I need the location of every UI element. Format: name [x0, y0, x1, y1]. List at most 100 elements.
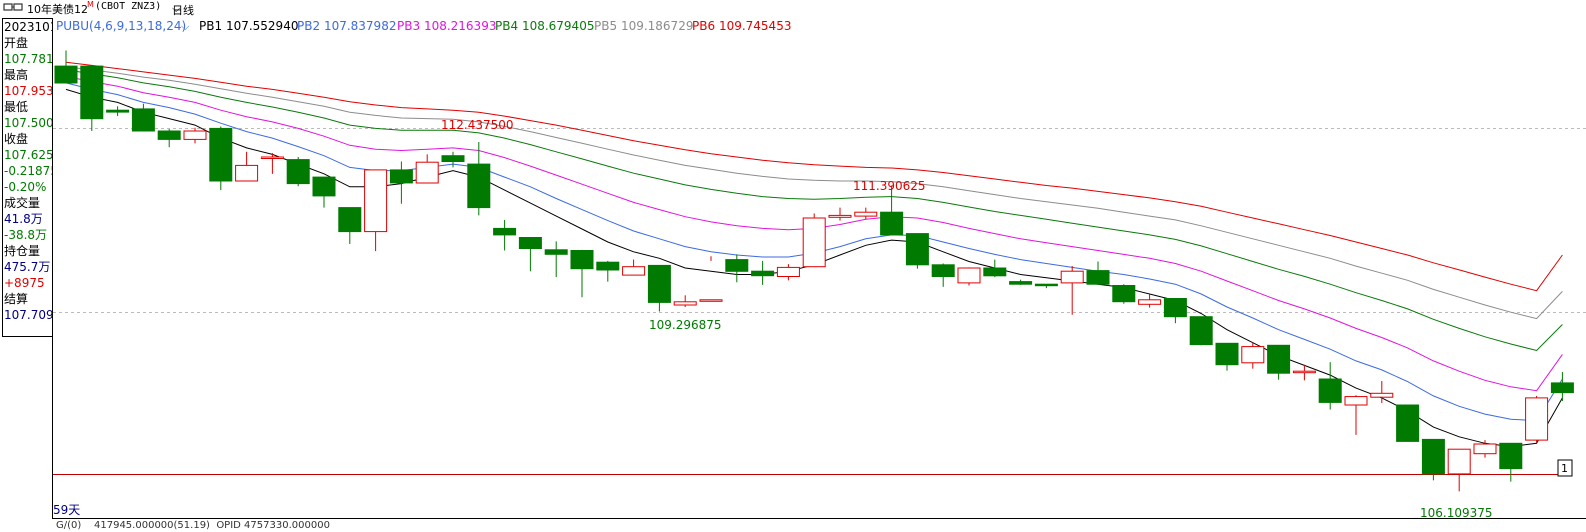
candle [1267, 344, 1291, 380]
candle [1163, 298, 1187, 324]
info-low-label: 最低 [4, 100, 29, 114]
candle-body [1499, 442, 1523, 470]
candle-body [183, 130, 207, 140]
candle [209, 126, 233, 191]
candle [1473, 440, 1497, 458]
candle [80, 65, 104, 131]
candle [957, 267, 981, 286]
candle [596, 260, 620, 282]
candle [1318, 362, 1342, 410]
candle [647, 264, 671, 312]
candle-body [905, 233, 929, 266]
candle-body [570, 250, 594, 270]
candle-body [467, 163, 491, 209]
info-high-label: 最高 [4, 68, 29, 82]
candle [157, 129, 181, 148]
candle [1370, 380, 1394, 404]
info-change-pct: -0.20% [4, 180, 47, 194]
candle-body [1421, 438, 1445, 475]
candle-body [235, 164, 259, 182]
candle [1060, 266, 1084, 315]
candle-body [518, 237, 542, 249]
info-oi-change: +8975 [4, 276, 45, 290]
series-line-pb5 [65, 66, 1563, 320]
candle [622, 259, 646, 276]
candle [544, 241, 568, 278]
candle-body [1163, 298, 1187, 318]
candle [1550, 371, 1574, 402]
candle-body [209, 127, 233, 182]
candle-body [1138, 299, 1162, 305]
candle [699, 256, 723, 302]
info-oi-label: 持仓量 [4, 244, 41, 258]
info-volume-label: 成交量 [4, 196, 41, 210]
candle-body [1550, 382, 1574, 394]
candle-body [1034, 283, 1058, 287]
candle [905, 233, 929, 269]
candle [1499, 442, 1523, 482]
info-change-value: -0.21875 [4, 164, 52, 178]
candle-body [157, 130, 181, 140]
indicator-dropdown-icon[interactable]: ⌵ [181, 20, 190, 33]
candle [751, 260, 775, 285]
candle [931, 263, 955, 287]
candle [286, 156, 310, 187]
quote-info-panel: 20231010 开盘 107.781 最高 107.953 最低 107.50… [2, 18, 53, 337]
info-settle-value: 107.709 [4, 308, 52, 322]
candle [854, 207, 878, 220]
info-low-value: 107.500 [4, 116, 52, 130]
candle [493, 219, 517, 251]
candle [1086, 261, 1110, 285]
candle-body [389, 169, 413, 184]
low-marker1-label: 109.296875 [649, 318, 722, 332]
candle [1525, 395, 1549, 443]
candle-body [286, 159, 310, 185]
candle-body [1370, 392, 1394, 398]
candle-body [441, 155, 465, 162]
candle [1215, 342, 1239, 371]
candle-body [1086, 270, 1110, 285]
candle [260, 153, 284, 174]
chart-area[interactable]: 1 PUBU(4,6,9,13,18,24) ⌵ PB1 107.552940 … [0, 0, 1586, 532]
candle [1009, 279, 1033, 285]
info-settle-label: 结算 [4, 292, 29, 306]
candle [1034, 283, 1058, 289]
candle-body [880, 211, 904, 236]
high-marker-label: 112.437500 [441, 118, 514, 132]
candle-body [1112, 285, 1136, 303]
candle-body [260, 156, 284, 159]
low-marker2-label: 106.109375 [1420, 506, 1493, 520]
candle-body [106, 109, 130, 113]
candle [183, 127, 207, 144]
candle-body [622, 266, 646, 276]
pb6-legend: PB6 109.745453 [692, 19, 791, 33]
candle-body [364, 169, 388, 233]
candle-body [1473, 443, 1497, 455]
candle [725, 254, 749, 283]
candle-body [131, 108, 155, 132]
candle [828, 207, 852, 221]
info-high-value: 107.953 [4, 84, 52, 98]
candle-body [493, 227, 517, 236]
candle [518, 237, 542, 272]
candle-body [854, 211, 878, 217]
indicator-name[interactable]: PUBU(4,6,9,13,18,24) [56, 19, 186, 33]
candlestick-layer [54, 50, 1574, 492]
candle-body [1525, 397, 1549, 441]
candle-body [1009, 281, 1033, 285]
candle-body [776, 266, 800, 277]
candle-body [983, 267, 1007, 277]
info-oi-value: 475.7万 [4, 260, 51, 274]
candle-body [828, 214, 852, 218]
candle [802, 213, 826, 268]
info-close-label: 收盘 [4, 132, 29, 146]
candle [983, 259, 1007, 278]
candle [1344, 395, 1368, 435]
candle-body [957, 267, 981, 284]
candle-body [1344, 396, 1368, 406]
info-close-value: 107.625 [4, 148, 52, 162]
candle [415, 154, 439, 184]
candle [106, 106, 130, 117]
candle-body [699, 299, 723, 302]
info-volume-value: 41.8万 [4, 212, 43, 226]
